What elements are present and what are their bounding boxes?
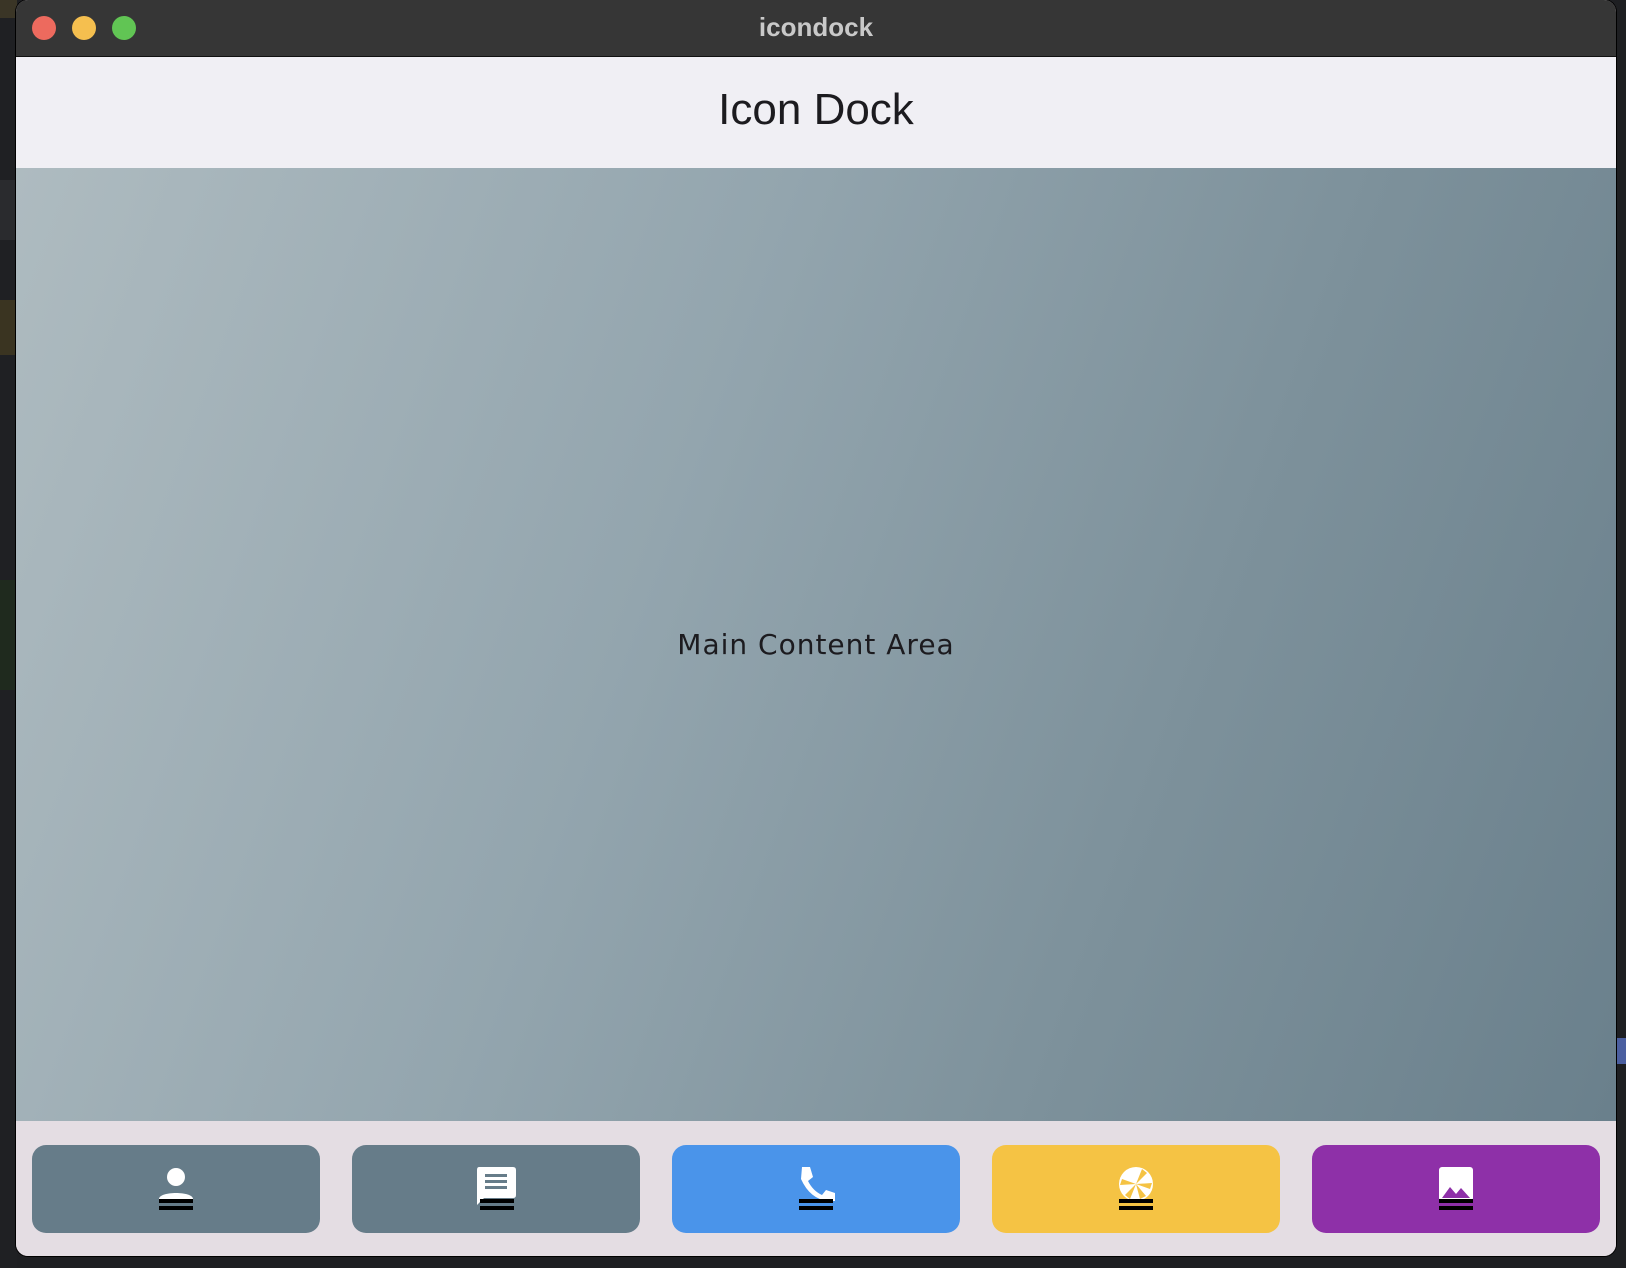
page-title: Icon Dock (718, 85, 914, 134)
message-icon (477, 1167, 516, 1210)
main-content-label: Main Content Area (677, 628, 955, 661)
dock-button-image[interactable] (1312, 1145, 1600, 1233)
desktop-fragment (0, 180, 17, 240)
desktop-fragment (1616, 1038, 1626, 1064)
desktop-background-right (1616, 0, 1626, 1268)
desktop-fragment (0, 300, 17, 355)
app-bar: Icon Dock (16, 57, 1616, 168)
desktop-fragment (0, 0, 17, 18)
dock-button-phone[interactable] (672, 1145, 960, 1233)
desktop-background-left (0, 0, 17, 1268)
window-title: icondock (758, 12, 874, 42)
image-icon (1439, 1167, 1473, 1210)
person-icon (159, 1168, 193, 1210)
window-titlebar: icondock (16, 0, 1616, 57)
dock-button-message[interactable] (352, 1145, 640, 1233)
dock-button-camera[interactable] (992, 1145, 1280, 1233)
desktop-fragment (0, 580, 17, 690)
app-window: icondock Icon Dock Main Content Area (16, 0, 1616, 1256)
main-content-area: Main Content Area (16, 168, 1616, 1121)
camera-shutter-icon (1119, 1167, 1153, 1210)
icon-dock (16, 1121, 1616, 1256)
phone-icon (799, 1167, 835, 1210)
dock-button-person[interactable] (32, 1145, 320, 1233)
